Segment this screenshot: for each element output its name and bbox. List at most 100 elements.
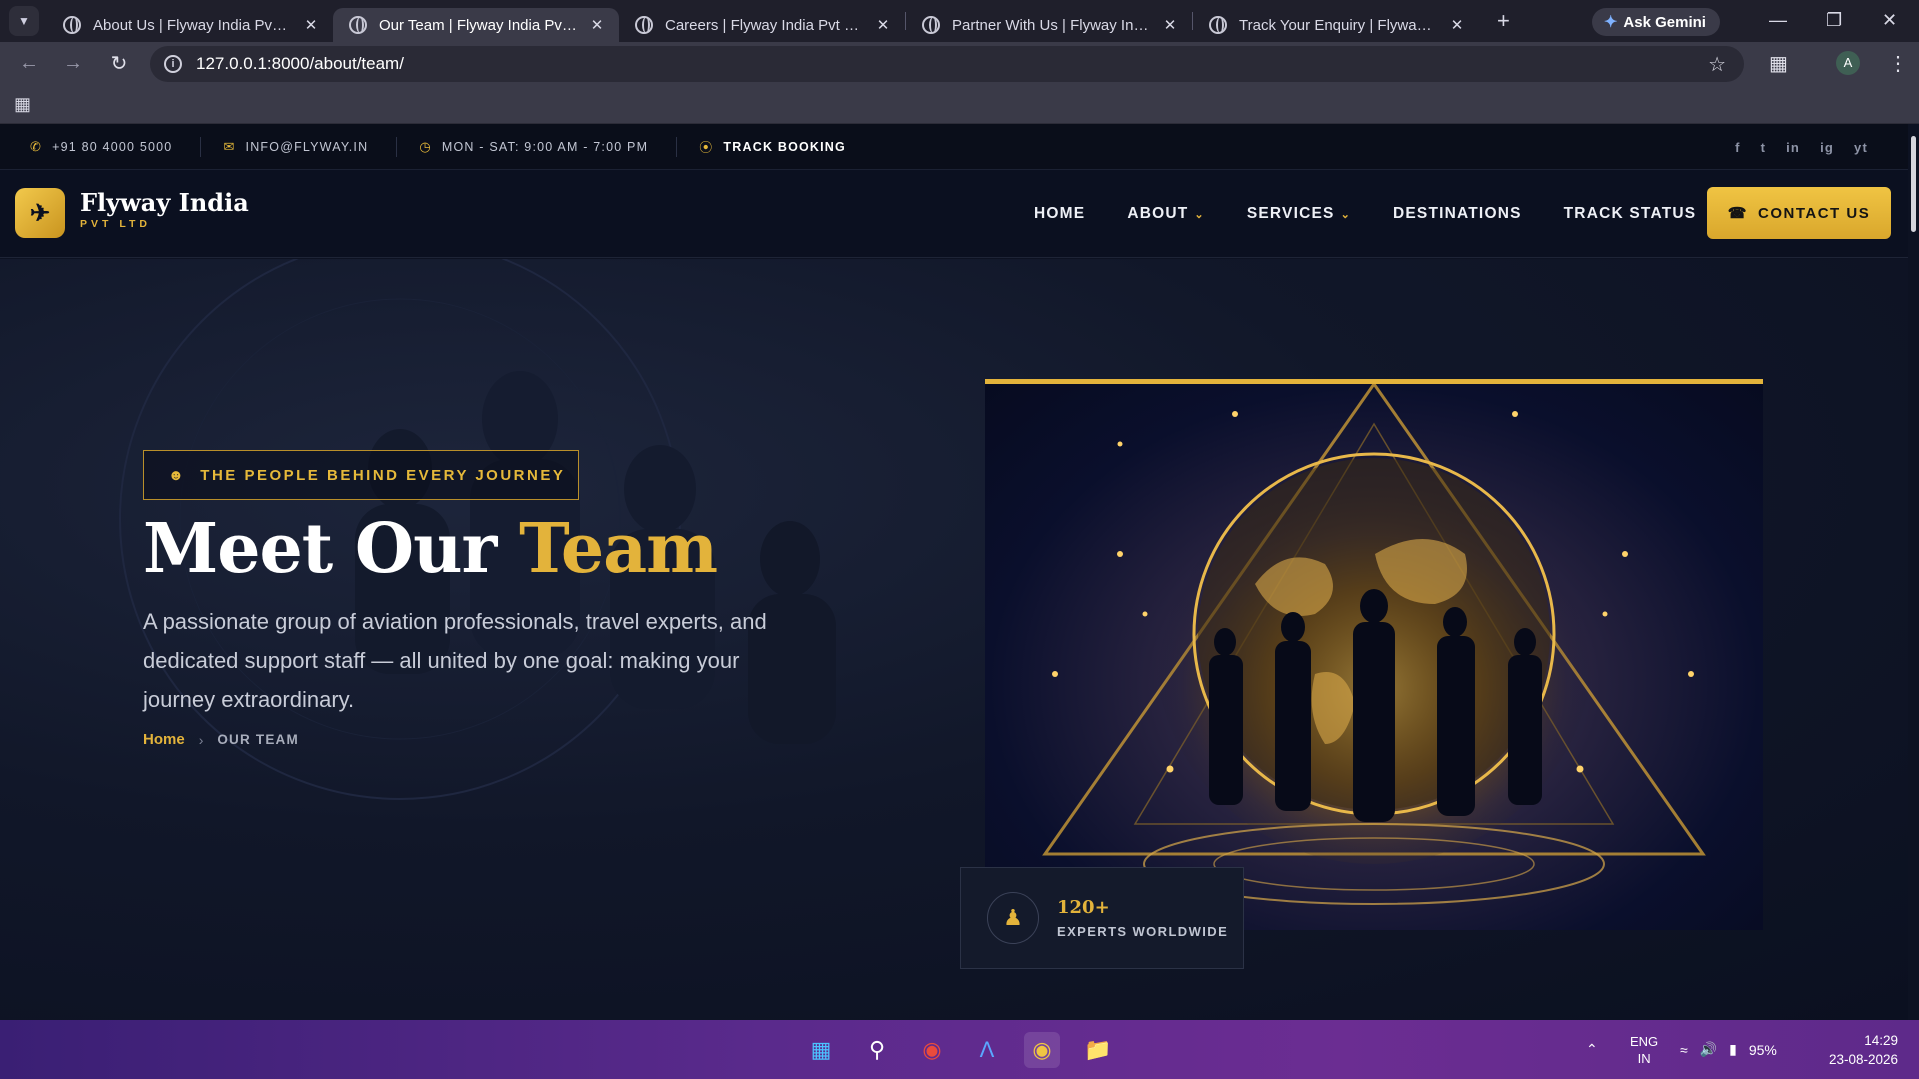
minimize-icon[interactable]: — <box>1769 10 1787 31</box>
twitter-icon[interactable]: t <box>1761 140 1767 155</box>
address-bar[interactable]: i 127.0.0.1:8000/about/team/ ☆ <box>150 46 1744 82</box>
nav-home[interactable]: HOME <box>1034 205 1085 223</box>
ask-gemini-button[interactable]: ✦ Ask Gemini <box>1592 8 1720 36</box>
clock-icon: ◷ <box>419 138 432 154</box>
youtube-icon[interactable]: yt <box>1854 140 1868 155</box>
track-booking-text: TRACK BOOKING <box>723 139 846 154</box>
globe-icon <box>922 16 940 34</box>
tab-track-enquiry[interactable]: Track Your Enquiry | Flyway India ✕ <box>1193 8 1479 42</box>
clock[interactable]: 14:29 23-08-2026 <box>1818 1020 1898 1079</box>
globe-icon <box>349 16 367 34</box>
users-icon: ☻ <box>168 466 187 484</box>
compass-icon: ⦿ <box>699 140 714 155</box>
reload-icon[interactable]: ↻ <box>106 51 132 76</box>
clock-date: 23-08-2026 <box>1828 1051 1898 1067</box>
page-viewport: ✆ +91 80 4000 5000 ✉ INFO@FLYWAY.IN ◷ MO… <box>0 124 1908 1020</box>
nav-label: SERVICES <box>1246 205 1335 222</box>
facebook-icon[interactable]: f <box>1735 140 1741 155</box>
contact-us-button[interactable]: ☎ CONTACT US <box>1707 187 1891 239</box>
linkedin-icon[interactable]: in <box>1786 140 1800 155</box>
plane-logo-icon[interactable]: ✈ <box>15 188 65 238</box>
wifi-icon: ≈ <box>1680 1041 1688 1058</box>
page-scrollbar[interactable] <box>1908 124 1919 1020</box>
close-icon[interactable]: ✕ <box>1160 16 1180 34</box>
nav-track-status[interactable]: TRACK STATUS <box>1564 205 1697 223</box>
url-text: 127.0.0.1:8000/about/team/ <box>196 54 404 73</box>
back-icon[interactable]: ← <box>16 52 42 75</box>
stat-value: 120+ <box>1057 897 1110 918</box>
battery-text: 95% <box>1748 1041 1777 1058</box>
close-icon[interactable]: ✕ <box>1447 16 1467 34</box>
nav-destinations[interactable]: DESTINATIONS <box>1393 205 1522 223</box>
hero-description: A passionate group of aviation professio… <box>143 609 767 712</box>
instagram-icon[interactable]: ig <box>1820 140 1834 155</box>
breadcrumb-current: OUR TEAM <box>217 732 299 747</box>
close-icon[interactable]: ✕ <box>587 16 607 34</box>
team-hero-image <box>985 379 1763 930</box>
tab-careers[interactable]: Careers | Flyway India Pvt Ltd ✕ <box>619 8 905 42</box>
breadcrumb-home-link[interactable]: Home <box>143 731 185 748</box>
tab-strip: About Us | Flyway India Pvt Ltd ✕ Our Te… <box>47 0 1510 42</box>
social-links: f t in ig yt <box>1735 124 1868 170</box>
globe-icon <box>63 16 81 34</box>
windows-start-icon[interactable]: ▦ <box>803 1032 839 1068</box>
nav-label: TRACK STATUS <box>1563 205 1697 222</box>
language-indicator[interactable]: ENG IN <box>1630 1020 1658 1079</box>
phone-icon: ✆ <box>30 138 43 154</box>
brand-name[interactable]: Flyway India <box>80 188 249 217</box>
email-contact[interactable]: ✉ INFO@FLYWAY.IN <box>223 136 398 157</box>
brand-subtitle: PVT LTD <box>80 218 151 230</box>
stat-label: EXPERTS WORLDWIDE <box>1057 924 1229 939</box>
tab-title: Careers | Flyway India Pvt Ltd <box>665 16 863 34</box>
file-explorer-icon[interactable]: 📁 <box>1080 1032 1116 1068</box>
site-info-icon[interactable]: i <box>164 55 182 73</box>
main-nav: HOME ABOUT ⌄ SERVICES ⌄ DESTINATIONS TRACK… <box>1034 170 1696 258</box>
tab-partner[interactable]: Partner With Us | Flyway India ✕ <box>906 8 1192 42</box>
forward-icon[interactable]: → <box>60 52 86 75</box>
restore-icon[interactable]: ❐ <box>1826 10 1842 31</box>
close-window-icon[interactable]: ✕ <box>1882 10 1897 31</box>
chrome-active-icon[interactable]: ◉ <box>1024 1032 1060 1068</box>
profile-avatar[interactable]: A <box>1836 51 1860 75</box>
gemini-icon: ✦ <box>1604 14 1618 31</box>
scrollbar-thumb[interactable] <box>1911 136 1916 232</box>
code-editor-icon[interactable]: Λ <box>969 1032 1005 1068</box>
tab-our-team[interactable]: Our Team | Flyway India Pvt Ltd ✕ <box>333 8 619 42</box>
tab-search-button[interactable]: ▼ <box>9 6 39 36</box>
tab-title: Our Team | Flyway India Pvt Ltd <box>379 16 577 34</box>
phone-contact[interactable]: ✆ +91 80 4000 5000 <box>0 136 202 157</box>
apps-grid-icon[interactable]: ▦ <box>14 94 31 115</box>
contact-label: CONTACT US <box>1757 204 1871 222</box>
bookmark-star-icon[interactable]: ☆ <box>1708 52 1726 77</box>
extensions-icon[interactable]: ▦ <box>1769 51 1788 76</box>
track-booking-link[interactable]: ⦿ TRACK BOOKING <box>699 137 874 156</box>
close-icon[interactable]: ✕ <box>301 16 321 34</box>
tab-title: Track Your Enquiry | Flyway India <box>1239 16 1437 34</box>
business-hours: ◷ MON - SAT: 9:00 AM - 7:00 PM <box>419 136 678 157</box>
user-icon: ♟ <box>987 892 1039 944</box>
chevron-right-icon: › <box>198 731 204 748</box>
system-tray-status[interactable]: ≈ 🔊 ▮ 95% <box>1680 1020 1777 1079</box>
search-icon[interactable]: ⚲ <box>859 1032 895 1068</box>
close-icon[interactable]: ✕ <box>873 16 893 34</box>
more-menu-icon[interactable]: ⋮ <box>1888 51 1908 76</box>
tab-about-us[interactable]: About Us | Flyway India Pvt Ltd ✕ <box>47 8 333 42</box>
nav-services[interactable]: SERVICES ⌄ <box>1247 205 1351 223</box>
lang-top: ENG <box>1630 1033 1659 1049</box>
chrome-icon[interactable]: ◉ <box>914 1032 950 1068</box>
battery-icon: ▮ <box>1729 1041 1737 1057</box>
phone-text: +91 80 4000 5000 <box>52 139 173 154</box>
hours-text: MON - SAT: 9:00 AM - 7:00 PM <box>441 139 649 154</box>
nav-about[interactable]: ABOUT ⌄ <box>1127 205 1205 223</box>
lang-bottom: IN <box>1637 1050 1651 1066</box>
browser-tab-bar: ▼ About Us | Flyway India Pvt Ltd ✕ Our … <box>0 0 1919 42</box>
volume-icon: 🔊 <box>1699 1041 1718 1057</box>
page-title: Meet Our Team <box>143 509 718 589</box>
new-tab-button[interactable]: + <box>1497 8 1510 34</box>
nav-label: ABOUT <box>1127 205 1189 222</box>
nav-label: DESTINATIONS <box>1392 205 1522 222</box>
title-main: Meet Our <box>143 509 520 589</box>
globe-icon <box>1209 16 1227 34</box>
show-hidden-icons[interactable]: ⌃ <box>1586 1020 1598 1079</box>
team-globe-illustration <box>1042 384 1706 905</box>
